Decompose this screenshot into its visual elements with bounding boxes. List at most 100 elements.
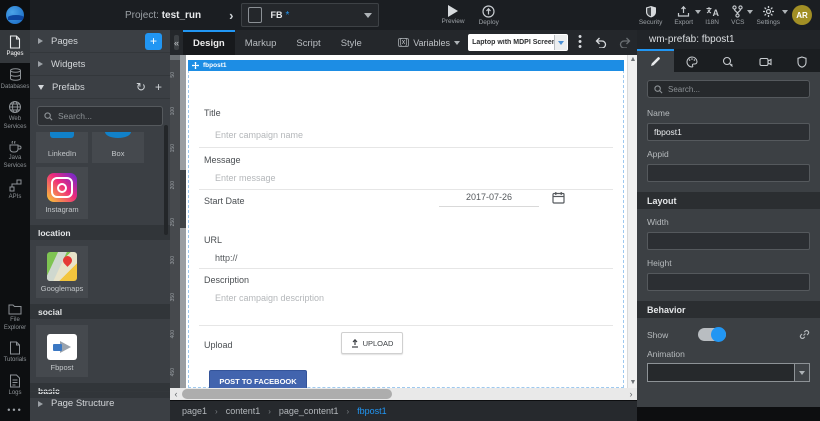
properties-search-input[interactable] [668,85,788,94]
add-page-button[interactable]: + [145,33,162,50]
refresh-icon[interactable]: ↻ [136,80,146,94]
description-field-label: Description [204,275,249,285]
expanded-arrow-icon [38,85,44,90]
prefab-fbpost[interactable]: Fbpost [36,325,88,377]
selection-header[interactable]: fbpost1 [188,60,624,71]
i18n-icon: A [705,5,719,18]
variables-icon: [x] [398,38,409,47]
prefabs-section-header[interactable]: Prefabs ↻ + [30,76,170,99]
prefab-search[interactable] [37,106,163,126]
more-actions-icon[interactable]: ••• [578,35,582,50]
prefab-search-input[interactable] [58,111,148,121]
title-field-placeholder[interactable]: Enter campaign name [215,130,303,140]
tab-device[interactable] [747,49,784,72]
page-structure-header[interactable]: Page Structure [30,392,170,415]
file-tab-fb[interactable]: FB * [241,3,379,27]
upload-button[interactable]: UPLOAD [341,332,403,354]
tab-events[interactable] [710,49,747,72]
fbpost-prefab-selection[interactable]: fbpost1 Title Enter campaign name Messag… [188,60,624,388]
breadcrumb-separator: › [215,407,218,416]
breadcrumb-separator: › [268,407,271,416]
tab-style[interactable]: Style [331,30,372,55]
breadcrumb-content1[interactable]: content1 [226,406,261,416]
chevron-down-icon [695,10,701,14]
chevron-right-icon[interactable]: › [229,8,233,23]
canvas-horizontal-scrollbar[interactable]: ‹ › [170,388,637,400]
properties-tabs [637,49,820,72]
pages-section-header[interactable]: Pages + [30,30,170,53]
animation-select[interactable] [647,363,810,382]
rail-item-logs[interactable]: Logs [0,369,30,402]
undo-button[interactable] [594,37,607,48]
rail-item-databases[interactable]: Databases [0,63,30,96]
tab-properties[interactable] [637,49,674,72]
rail-item-web-services[interactable]: Web Services [0,95,30,135]
move-icon [192,62,199,69]
export-button[interactable]: Export [674,5,693,26]
tab-styles[interactable] [674,49,711,72]
post-to-facebook-button[interactable]: POST TO FACEBOOK [209,370,307,388]
tab-security[interactable] [783,49,820,72]
properties-search[interactable] [647,80,810,98]
url-field-label: URL [204,235,222,245]
i18n-button[interactable]: A I18N [705,5,719,26]
behavior-section-header: Behavior [637,301,820,318]
bind-property-icon[interactable] [799,329,810,340]
left-panel-scrollbar[interactable] [164,125,168,235]
tab-design[interactable]: Design [183,30,235,55]
variables-menu[interactable]: [x] Variables [398,38,460,48]
animation-label: Animation [647,349,810,359]
width-input[interactable] [647,232,810,250]
prefab-box[interactable]: Box [92,132,144,163]
vcs-button[interactable]: VCS [731,5,744,26]
rail-item-pages[interactable]: Pages [0,30,30,63]
user-avatar[interactable]: AR [792,5,812,25]
more-options-icon[interactable]: ••• [0,401,30,421]
breadcrumb-fbpost1[interactable]: fbpost1 [357,406,387,416]
breadcrumb-page1[interactable]: page1 [182,406,207,416]
collapse-left-panel-button[interactable]: « [174,35,179,50]
widgets-section-header[interactable]: Widgets [30,53,170,76]
redo-button[interactable] [619,37,632,48]
start-date-input[interactable]: 2017-07-26 [439,192,539,207]
device-selector[interactable]: Laptop with MDPI Screen [468,34,568,51]
prefab-instagram[interactable]: Instagram [36,167,88,219]
preview-button[interactable]: Preview [441,5,464,26]
tab-script[interactable]: Script [286,30,330,55]
description-field-placeholder[interactable]: Enter campaign description [215,293,324,303]
deploy-button[interactable]: Deploy [479,5,499,26]
hscroll-thumb[interactable] [182,389,392,399]
shield-outline-icon [797,56,807,68]
security-button[interactable]: Security [639,5,662,26]
tab-markup[interactable]: Markup [235,30,287,55]
export-icon [677,5,690,18]
app-logo[interactable] [0,0,30,30]
log-icon [9,374,21,388]
message-field-label: Message [204,155,241,165]
chevron-down-icon [782,10,788,14]
show-toggle[interactable] [698,328,726,341]
rail-item-tutorials[interactable]: Tutorials [0,336,30,369]
name-input[interactable] [647,123,810,141]
rail-item-file-explorer[interactable]: File Explorer [0,298,30,336]
search-icon [654,85,663,94]
breadcrumb-page-content1[interactable]: page_content1 [279,406,339,416]
canvas-vertical-scrollbar[interactable]: ▲ ▼ [627,55,637,388]
left-panel: Pages + Widgets Prefabs ↻ + LinkedIn [30,30,170,421]
calendar-icon[interactable] [552,191,565,204]
scroll-right-icon[interactable]: › [625,388,637,400]
rail-item-java-services[interactable]: Java Services [0,135,30,174]
chevron-down-icon[interactable] [364,13,372,18]
breadcrumb-separator: › [346,407,349,416]
message-field-placeholder[interactable]: Enter message [215,173,276,183]
appid-input[interactable] [647,164,810,182]
prefab-linkedin[interactable]: LinkedIn [36,132,88,163]
scroll-left-icon[interactable]: ‹ [170,388,182,400]
prefab-googlemaps[interactable]: Googlemaps [36,246,88,298]
rail-item-apis[interactable]: APIs [0,174,30,206]
settings-button[interactable]: Settings [757,5,781,26]
height-input[interactable] [647,273,810,291]
import-prefab-button[interactable]: + [155,80,162,94]
url-input[interactable]: http:// [215,253,238,263]
design-canvas[interactable]: fbpost1 Title Enter campaign name Messag… [186,55,627,388]
